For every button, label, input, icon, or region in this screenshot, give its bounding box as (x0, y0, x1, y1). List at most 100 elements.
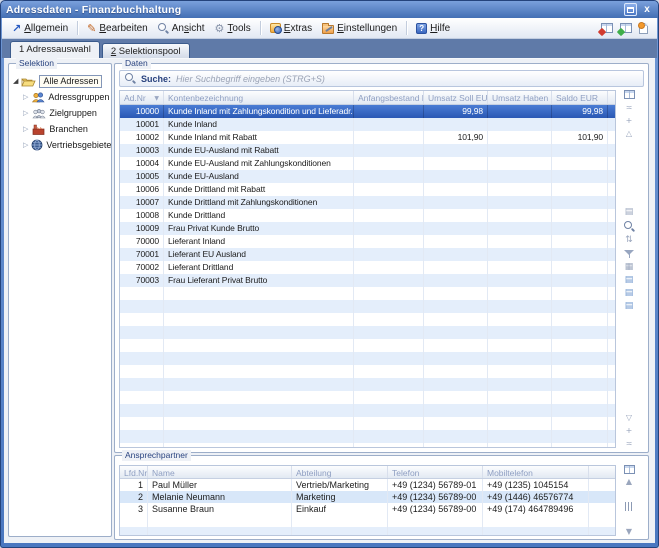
table-row-empty[interactable] (120, 300, 615, 313)
scroll-up-icon[interactable]: ▲ (626, 477, 632, 486)
tree-collapsed-icon[interactable]: ▷ (23, 141, 28, 149)
table-row[interactable]: 10004Kunde EU-Ausland mit Zahlungskondit… (120, 157, 615, 170)
document-new-icon[interactable] (639, 23, 648, 34)
table-row[interactable]: 10000Kunde Inland mit Zahlungskondition … (120, 105, 615, 118)
grip-icon[interactable] (625, 502, 633, 511)
cell (424, 183, 488, 196)
column-header-umsatz-soll-eur[interactable]: Umsatz Soll EUR (424, 91, 488, 104)
table-row-empty[interactable] (120, 391, 615, 404)
contact-row[interactable]: 3Susanne BraunEinkauf+49 (1234) 56789-00… (120, 503, 615, 515)
details-view-icon[interactable]: ▤ (625, 208, 634, 217)
table-export-red-icon[interactable] (601, 23, 613, 33)
table-row-empty[interactable] (120, 365, 615, 378)
tree-node-alle-adressen[interactable]: ◢Alle Adressen (13, 73, 109, 89)
tree-node-zielgruppen[interactable]: ▷Zielgruppen (13, 105, 109, 121)
menu-bearbeiten[interactable]: ✎Bearbeiten (82, 22, 153, 35)
tab-2-selektionspool[interactable]: 2 Selektionspool (102, 43, 190, 58)
cell (164, 417, 354, 430)
tab-1-adressauswahl[interactable]: 1 Adressauswahl (10, 41, 100, 58)
print-icon[interactable]: ▦ (625, 263, 634, 272)
table-row-empty[interactable] (120, 352, 615, 365)
column-header-mobiltelefon[interactable]: Mobiltelefon (483, 466, 589, 478)
table-row[interactable]: 10008Kunde Drittland (120, 209, 615, 222)
tree-node-adressgruppen[interactable]: ▷Adressgruppen (13, 89, 109, 105)
column-header-label: Abteilung (296, 468, 331, 478)
table-options-icon[interactable] (624, 465, 635, 474)
menu-tools[interactable]: ⚙Tools (210, 22, 256, 35)
table-row[interactable]: 10006Kunde Drittland mit Rabatt (120, 183, 615, 196)
table-row-empty[interactable] (120, 404, 615, 417)
remove-record-icon[interactable]: + (626, 426, 633, 435)
tree-node-branchen[interactable]: ▷Branchen (13, 121, 109, 137)
column-header-umsatz-haben-eur[interactable]: Umsatz Haben EUR (488, 91, 552, 104)
search-icon[interactable] (624, 221, 635, 232)
sort-icon[interactable]: ⇅ (625, 236, 633, 245)
tree-collapsed-icon[interactable]: ▷ (23, 125, 28, 133)
cell (354, 378, 424, 391)
table-import-green-icon[interactable] (620, 23, 632, 33)
table-row-empty[interactable] (120, 339, 615, 352)
table-row-empty[interactable] (120, 378, 615, 391)
table-row[interactable]: 10001Kunde Inland (120, 118, 615, 131)
tree-collapsed-icon[interactable]: ▷ (23, 109, 28, 117)
previous-record-icon[interactable]: △ (626, 129, 632, 138)
cell: Kunde Inland mit Zahlungskondition und L… (164, 105, 354, 118)
column-header-anfangsbestand-eur[interactable]: Anfangsbestand EUR (354, 91, 424, 104)
menu-einstellungen[interactable]: Einstellungen (317, 22, 402, 35)
menu-extras[interactable]: Extras (265, 22, 317, 35)
table-row[interactable]: 10003Kunde EU-Ausland mit Rabatt (120, 144, 615, 157)
table-row-empty[interactable] (120, 443, 615, 448)
table-row[interactable]: 70001Lieferant EU Ausland (120, 248, 615, 261)
column-header-label: Name (152, 468, 175, 478)
table-row[interactable]: 10005Kunde EU-Ausland (120, 170, 615, 183)
column-header-ad-nr[interactable]: Ad.Nr▼ (120, 91, 164, 104)
column-header-lfd-nr[interactable]: Lfd.Nr.▲ (120, 466, 148, 478)
column-header-label: Kontenbezeichnung (168, 93, 243, 103)
table-row[interactable]: 10002Kunde Inland mit Rabatt101,90101,90 (120, 131, 615, 144)
contact-row[interactable]: 2Melanie NeumannMarketing+49 (1234) 5678… (120, 491, 615, 503)
tree-expanded-icon[interactable]: ◢ (13, 77, 18, 85)
scroll-down-icon[interactable]: ▼ (626, 527, 632, 536)
list-view-b-icon[interactable]: ▤ (625, 289, 634, 298)
tree-collapsed-icon[interactable]: ▷ (23, 93, 28, 101)
table-row-empty[interactable] (120, 287, 615, 300)
table-row[interactable]: 70000Lieferant Inland (120, 235, 615, 248)
menu-label-bearbeiten: Bearbeiten (99, 23, 147, 34)
search-input[interactable]: Suche: Hier Suchbegriff eingeben (STRG+S… (119, 70, 644, 87)
table-row[interactable]: 10009Frau Privat Kunde Brutto (120, 222, 615, 235)
menu-ansicht[interactable]: Ansicht (153, 22, 210, 35)
filter-icon[interactable] (624, 249, 634, 259)
table-row-empty[interactable] (120, 430, 615, 443)
first-record-icon[interactable]: ≍ (626, 103, 633, 112)
table-row[interactable]: 10007Kunde Drittland mit Zahlungskonditi… (120, 196, 615, 209)
close-button[interactable]: x (641, 3, 653, 16)
table-options-icon[interactable] (624, 90, 635, 99)
cell (483, 515, 589, 527)
table-row[interactable]: 70002Lieferant Drittland (120, 261, 615, 274)
maximize-button[interactable] (624, 3, 637, 16)
table-row-empty[interactable] (120, 313, 615, 326)
list-view-c-icon[interactable]: ▤ (625, 302, 634, 311)
table-row-empty[interactable] (120, 326, 615, 339)
column-header-name[interactable]: Name (148, 466, 292, 478)
last-record-icon[interactable]: ≍ (626, 439, 633, 448)
cell-filler (608, 144, 616, 157)
column-header-kontenbezeichnung[interactable]: Kontenbezeichnung (164, 91, 354, 104)
next-record-icon[interactable]: ▽ (626, 413, 632, 422)
contact-row-empty[interactable] (120, 527, 615, 536)
cell (354, 300, 424, 313)
column-header-label: Anfangsbestand EUR (358, 93, 424, 103)
list-view-a-icon[interactable]: ▤ (625, 276, 634, 285)
menu-hilfe[interactable]: ?Hilfe (411, 22, 455, 35)
column-header-telefon[interactable]: Telefon (388, 466, 483, 478)
column-header-saldo-eur[interactable]: Saldo EUR (552, 91, 608, 104)
column-header-abteilung[interactable]: Abteilung (292, 466, 388, 478)
cell (552, 274, 608, 287)
table-row-empty[interactable] (120, 417, 615, 430)
tree-node-vertriebsgebiete[interactable]: ▷Vertriebsgebiete (13, 137, 109, 153)
table-row[interactable]: 70003Frau Lieferant Privat Brutto (120, 274, 615, 287)
menu-allgemein[interactable]: ↗Allgemein (7, 22, 73, 35)
add-record-icon[interactable]: + (626, 116, 633, 125)
contact-row-empty[interactable] (120, 515, 615, 527)
contact-row[interactable]: 1Paul MüllerVertrieb/Marketing+49 (1234)… (120, 479, 615, 491)
